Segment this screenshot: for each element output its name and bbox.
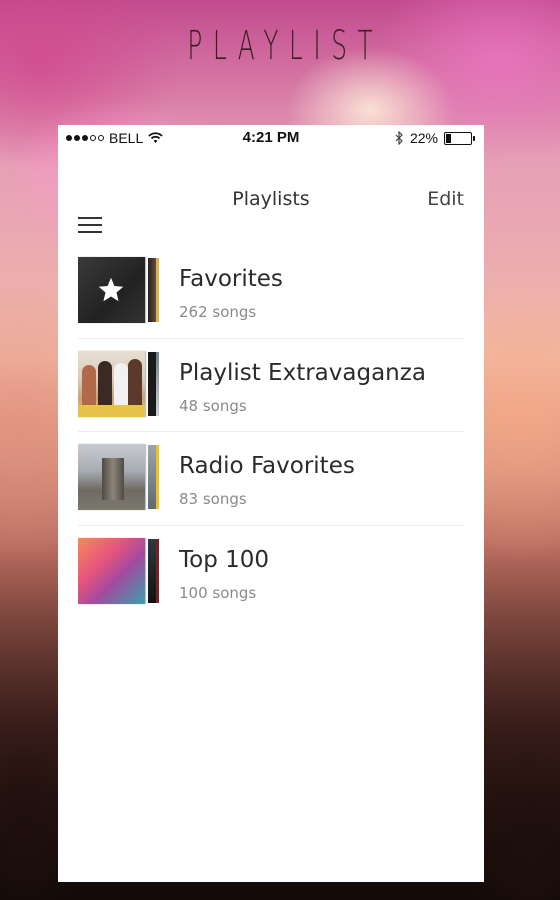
battery-icon xyxy=(444,131,476,145)
status-bar: BELL 4:21 PM 22% xyxy=(58,125,484,151)
hamburger-menu-icon[interactable] xyxy=(78,216,102,234)
page-title: Playlists xyxy=(232,188,310,210)
battery-percentage: 22% xyxy=(409,130,438,146)
extravaganza-cover xyxy=(78,350,145,417)
album-art-stack xyxy=(78,350,160,418)
album-art-stack xyxy=(78,257,160,324)
edit-button[interactable]: Edit xyxy=(427,188,464,210)
playlist-song-count: 48 songs xyxy=(179,396,247,415)
status-right: 22% xyxy=(395,130,476,146)
playlist-title: Playlist Extravaganza xyxy=(179,359,426,386)
playlist-item-favorites[interactable]: Favorites 262 songs xyxy=(78,245,464,339)
album-art-stack xyxy=(78,537,160,605)
playlist-title: Top 100 xyxy=(179,546,270,573)
playlist-song-count: 83 songs xyxy=(179,490,247,508)
playlist-title: Radio Favorites xyxy=(179,453,355,479)
star-icon xyxy=(98,277,124,302)
radio-favorites-cover xyxy=(78,444,145,510)
favorites-cover xyxy=(78,257,145,323)
app-logo: PLAYLIST xyxy=(187,23,384,69)
playlist-item-radio-favorites[interactable]: Radio Favorites 83 songs xyxy=(78,432,464,526)
playlist-item-extravaganza[interactable]: Playlist Extravaganza 48 songs xyxy=(78,339,464,432)
playlist-title: Favorites xyxy=(179,266,283,292)
playlist-item-top-100[interactable]: Top 100 100 songs xyxy=(78,526,464,620)
top-100-cover xyxy=(78,537,145,604)
playlist-song-count: 262 songs xyxy=(179,303,257,321)
phone-screen: BELL 4:21 PM 22% Playlists Edit Favorite… xyxy=(58,125,484,882)
playlist-song-count: 100 songs xyxy=(179,583,257,602)
album-art-stack xyxy=(78,444,160,511)
bluetooth-icon xyxy=(395,131,403,145)
playlist-list: Favorites 262 songs Playlist Extravaganz… xyxy=(78,245,464,619)
